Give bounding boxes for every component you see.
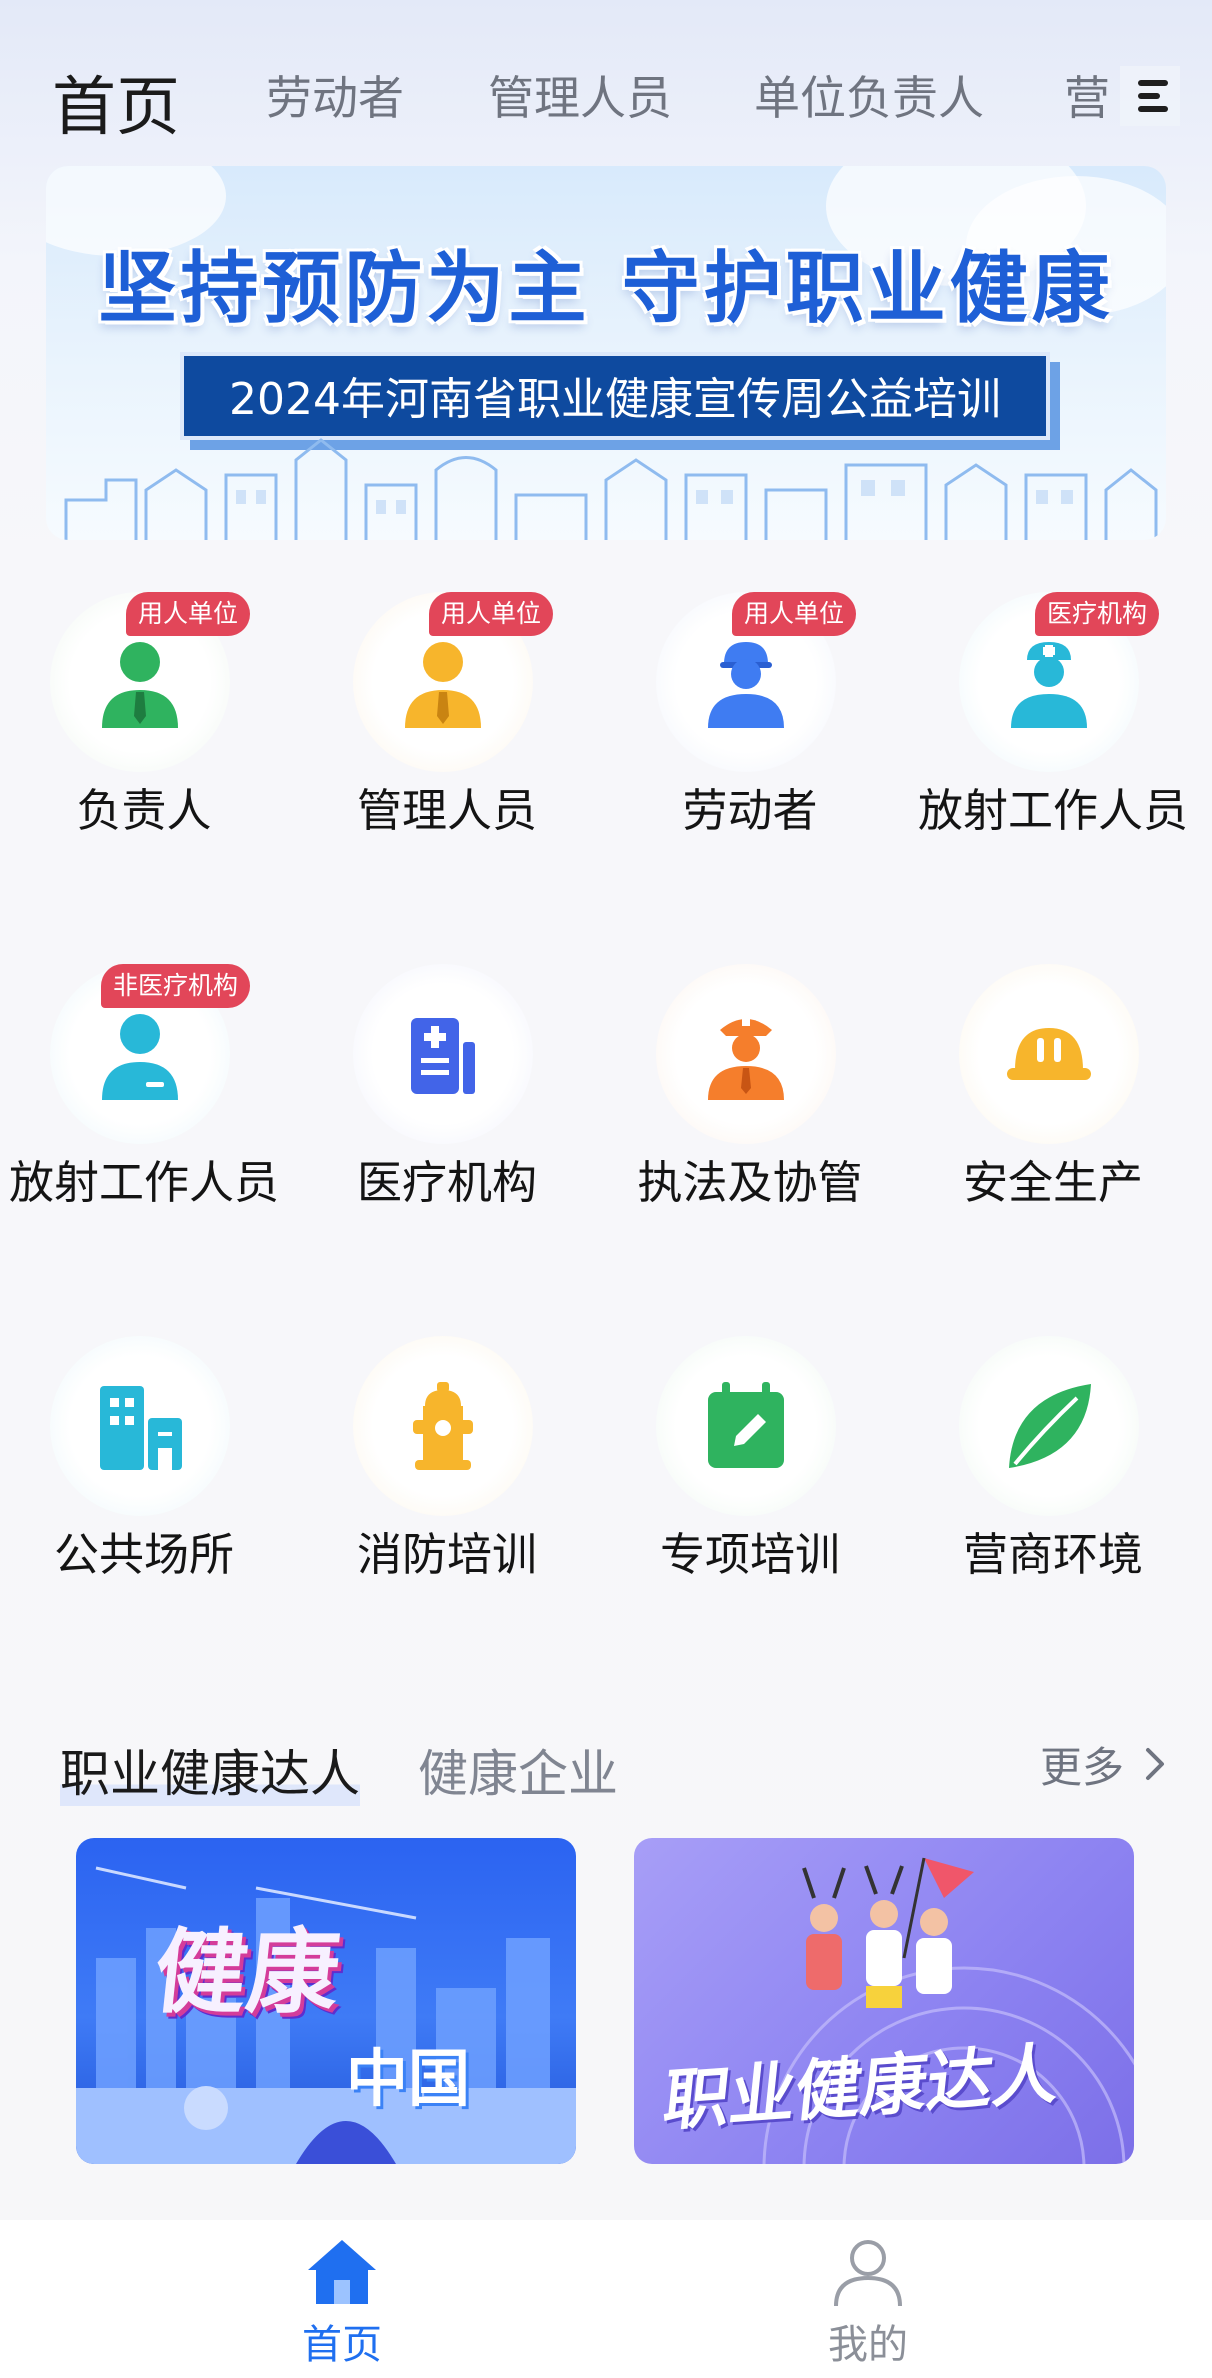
home-icon (308, 2240, 376, 2304)
badge-employer: 用人单位 (428, 592, 553, 636)
banner-title: 坚持预防为主 守护职业健康 (98, 244, 1114, 334)
card-text-china: 中国 (346, 2042, 471, 2115)
tab-laborer[interactable]: 劳动者 (266, 62, 404, 128)
building-icon (100, 1386, 182, 1470)
grid-item-medical-institution[interactable]: 医疗机构 (297, 964, 597, 1294)
manager-icon (405, 642, 481, 728)
grid-label: 医疗机构 (356, 1156, 537, 1209)
hard-hat-icon (1007, 1028, 1091, 1080)
worker-helmet-icon (708, 642, 784, 728)
grid-label: 营商环境 (962, 1528, 1143, 1581)
card-health-champion[interactable]: 职业健康达人 (634, 1838, 1134, 2164)
grid-item-fire-training[interactable]: 消防培训 (297, 1336, 597, 1666)
grid-label: 安全生产 (962, 1156, 1143, 1209)
grid-item-managers[interactable]: 用人单位 管理人员 (297, 592, 597, 922)
menu-icon[interactable] (1120, 66, 1180, 126)
grid-label: 劳动者 (682, 784, 818, 837)
badge-employer: 用人单位 (731, 592, 856, 636)
top-tab-bar: 首页 劳动者 管理人员 单位负责人 营 (0, 0, 1212, 170)
promo-banner[interactable]: 坚持预防为主 守护职业健康 2024年河南省职业健康宣传周公益培训 (46, 166, 1166, 540)
grid-item-leader[interactable]: 用人单位 负责人 (0, 592, 294, 922)
grid-label: 专项培训 (659, 1528, 840, 1581)
person-tie-icon (102, 642, 178, 728)
nurse-icon (1011, 642, 1087, 728)
fire-hydrant-icon (413, 1382, 473, 1470)
staff-icon (102, 1014, 178, 1100)
bottom-nav: 首页 我的 (0, 2220, 1212, 2378)
grid-item-special-training[interactable]: 专项培训 (600, 1336, 900, 1666)
badge-employer: 用人单位 (125, 592, 250, 636)
grid-label: 公共场所 (53, 1528, 234, 1581)
badge-medical-institution: 医疗机构 (1034, 592, 1159, 636)
nav-home[interactable]: 首页 (192, 2220, 492, 2378)
grid-item-business-environment[interactable]: 营商环境 (903, 1336, 1203, 1666)
grid-label: 放射工作人员 (917, 784, 1188, 837)
tab-managers[interactable]: 管理人员 (488, 62, 672, 128)
grid-item-enforcement[interactable]: 执法及协管 (600, 964, 900, 1294)
grid-item-safety-production[interactable]: 安全生产 (903, 964, 1203, 1294)
banner-subtitle: 2024年河南省职业健康宣传周公益培训 (180, 352, 1050, 440)
nav-me-label: 我的 (828, 2322, 908, 2368)
calendar-edit-icon (708, 1382, 784, 1468)
nav-me[interactable]: 我的 (718, 2220, 1018, 2378)
more-link[interactable]: 更多 (1040, 1734, 1124, 1795)
tab-healthy-enterprise[interactable]: 健康企业 (418, 1734, 618, 1806)
tab-health-champion[interactable]: 职业健康达人 (60, 1734, 360, 1806)
grid-label: 执法及协管 (637, 1156, 863, 1209)
grid-label: 负责人 (76, 784, 212, 837)
grid-item-radiation-medical[interactable]: 医疗机构 放射工作人员 (903, 592, 1203, 922)
leaf-icon (1009, 1384, 1091, 1468)
tab-home[interactable]: 首页 (52, 56, 180, 148)
city-skyline-illustration (64, 438, 1158, 540)
tab-business[interactable]: 营 (1064, 62, 1110, 128)
nav-home-label: 首页 (302, 2322, 382, 2368)
chevron-right-icon[interactable] (1140, 1744, 1170, 1784)
grid-label: 管理人员 (356, 784, 537, 837)
card-healthy-china[interactable]: 健康 中国 (76, 1838, 576, 2164)
grid-item-radiation-nonmedical[interactable]: 非医疗机构 放射工作人员 (0, 964, 294, 1294)
user-icon (834, 2240, 902, 2307)
grid-label: 消防培训 (356, 1528, 537, 1581)
officer-icon (708, 1018, 784, 1100)
card-text-health: 健康 (149, 1919, 345, 2026)
hospital-icon (411, 1018, 475, 1094)
badge-non-medical-institution: 非医疗机构 (100, 964, 250, 1008)
tab-unit-leader[interactable]: 单位负责人 (754, 62, 984, 128)
grid-label: 放射工作人员 (8, 1156, 279, 1209)
grid-item-public-places[interactable]: 公共场所 (0, 1336, 294, 1666)
grid-item-laborer[interactable]: 用人单位 劳动者 (600, 592, 900, 922)
